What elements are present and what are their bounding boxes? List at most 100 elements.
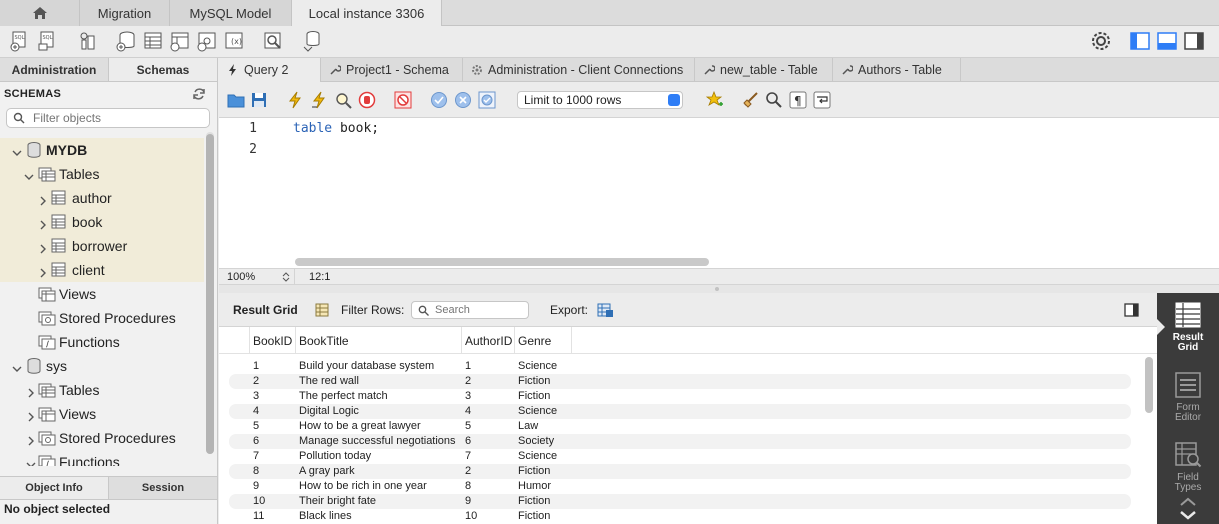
save-icon[interactable] <box>250 91 268 109</box>
table-row[interactable]: 4 Digital Logic 4 Science <box>229 404 1131 419</box>
chevron-right-icon[interactable] <box>38 265 48 278</box>
explain-magnifier-icon[interactable] <box>334 91 352 109</box>
execute-lightning-icon[interactable] <box>286 91 304 109</box>
table-row[interactable]: 7 Pollution today 7 Science <box>229 449 1131 464</box>
splitter-handle[interactable] <box>715 287 719 291</box>
inspector-icon[interactable] <box>76 30 98 52</box>
table-cell[interactable]: 2 <box>462 464 515 479</box>
open-folder-icon[interactable] <box>227 91 245 109</box>
create-table-icon[interactable] <box>142 30 164 52</box>
tab-client-connections[interactable]: Administration - Client Connections <box>463 58 695 82</box>
table-cell[interactable]: Fiction <box>515 374 572 389</box>
filter-objects-input[interactable] <box>33 111 203 125</box>
table-cell[interactable]: 6 <box>462 434 515 449</box>
table-row[interactable]: 1 Build your database system 1 Science <box>229 359 1131 374</box>
scroll-up-chevron-icon[interactable] <box>1179 497 1197 507</box>
tree-group-sys-functions[interactable]: Functions <box>0 450 204 466</box>
table-cell[interactable]: Digital Logic <box>296 404 462 419</box>
table-row[interactable]: 9 How to be rich in one year 8 Humor <box>229 479 1131 494</box>
toggle-secondary-sidebar-icon[interactable] <box>1183 30 1205 52</box>
toggle-sidebar-icon[interactable] <box>1129 30 1151 52</box>
table-cell[interactable]: 4 <box>250 404 296 419</box>
editor-horizontal-scrollbar[interactable] <box>295 258 709 266</box>
tree-group-stored-procedures[interactable]: Stored Procedures <box>0 306 204 330</box>
grid-vertical-scrollbar[interactable] <box>1145 357 1153 413</box>
refresh-icon[interactable] <box>192 87 206 101</box>
chevron-right-icon[interactable] <box>26 409 36 422</box>
rollback-icon[interactable] <box>454 91 472 109</box>
add-snippet-star-icon[interactable] <box>705 90 724 109</box>
chevron-right-icon[interactable] <box>38 241 48 254</box>
new-sql-tab-icon[interactable]: SQL <box>9 30 31 52</box>
table-cell[interactable]: 9 <box>462 494 515 509</box>
find-magnifier-icon[interactable] <box>765 91 783 109</box>
table-row[interactable]: 5 How to be a great lawyer 5 Law <box>229 419 1131 434</box>
tab-local-instance[interactable]: Local instance 3306 <box>292 0 442 26</box>
create-procedure-icon[interactable] <box>196 30 218 52</box>
table-cell[interactable]: 1 <box>250 359 296 374</box>
column-header[interactable]: BookID <box>250 327 296 354</box>
chevron-right-icon[interactable] <box>38 217 48 230</box>
tab-project1-schema[interactable]: Project1 - Schema <box>321 58 463 82</box>
chevron-down-icon[interactable] <box>12 145 22 156</box>
table-cell[interactable]: Their bright fate <box>296 494 462 509</box>
chevron-down-icon[interactable] <box>24 169 34 180</box>
stop-icon[interactable] <box>358 91 376 109</box>
chevron-right-icon[interactable] <box>38 193 48 206</box>
table-cell[interactable]: The perfect match <box>296 389 462 404</box>
tab-mysql-model[interactable]: MySQL Model <box>170 0 292 26</box>
chevron-right-icon[interactable] <box>26 385 36 398</box>
table-row[interactable]: 6 Manage successful negotiations 6 Society <box>229 434 1131 449</box>
toggle-panel-icon[interactable] <box>1123 301 1141 319</box>
grid-layout-icon[interactable] <box>313 301 331 319</box>
table-cell[interactable]: How to be rich in one year <box>296 479 462 494</box>
table-cell[interactable]: 8 <box>462 479 515 494</box>
open-sql-script-icon[interactable]: SQL <box>37 30 59 52</box>
table-cell[interactable]: 11 <box>250 509 296 524</box>
table-cell[interactable]: Law <box>515 419 572 434</box>
column-header[interactable]: BookTitle <box>296 327 462 354</box>
table-cell[interactable]: 5 <box>462 419 515 434</box>
tree-group-functions[interactable]: Functions <box>0 330 204 354</box>
table-row[interactable]: 8A gray park 2 Fiction <box>229 464 1131 479</box>
tree-group-tables[interactable]: Tables <box>0 162 204 186</box>
filter-rows-field[interactable] <box>411 301 529 319</box>
tree-table-book[interactable]: book <box>0 210 204 234</box>
tab-session[interactable]: Session <box>109 477 218 499</box>
chevron-down-icon[interactable] <box>12 361 22 372</box>
commit-icon[interactable] <box>430 91 448 109</box>
create-view-icon[interactable] <box>169 30 191 52</box>
reconnect-icon[interactable] <box>301 30 323 52</box>
field-types-view-button[interactable]: Field Types <box>1157 441 1219 493</box>
table-cell[interactable]: Humor <box>515 479 572 494</box>
tab-new-table[interactable]: new_table - Table <box>695 58 833 82</box>
beautify-broom-icon[interactable] <box>742 91 760 109</box>
form-editor-view-button[interactable]: Form Editor <box>1157 371 1219 423</box>
scroll-down-chevron-icon[interactable] <box>1179 510 1197 520</box>
tab-administration[interactable]: Administration <box>0 58 109 81</box>
tree-group-views[interactable]: Views <box>0 282 204 306</box>
invisible-characters-icon[interactable]: ¶ <box>789 91 807 109</box>
autocommit-icon[interactable] <box>478 91 496 109</box>
table-cell[interactable]: How to be a great lawyer <box>296 419 462 434</box>
table-cell[interactable]: Fiction <box>515 464 572 479</box>
table-cell[interactable]: 9 <box>250 479 296 494</box>
create-schema-icon[interactable] <box>115 30 137 52</box>
chevron-down-icon[interactable] <box>26 457 36 466</box>
tab-migration[interactable]: Migration <box>80 0 170 26</box>
table-cell[interactable]: The red wall <box>296 374 462 389</box>
table-cell[interactable]: A gray park <box>296 464 462 479</box>
table-cell[interactable]: 8 <box>250 464 296 479</box>
tree-group-sys-stored-procedures[interactable]: Stored Procedures <box>0 426 204 450</box>
table-cell[interactable]: 4 <box>462 404 515 419</box>
limit-rows-select[interactable]: Limit to 1000 rows <box>517 91 683 109</box>
chevron-right-icon[interactable] <box>26 433 36 446</box>
zoom-select[interactable]: 100% <box>223 269 295 285</box>
result-grid[interactable]: BookID BookTitle AuthorID Genre 1 Build y… <box>219 327 1157 524</box>
table-cell[interactable]: Society <box>515 434 572 449</box>
sql-editor[interactable]: 1 2 table book; <box>219 118 1219 268</box>
table-cell[interactable]: Science <box>515 359 572 374</box>
table-cell[interactable]: Build your database system <box>296 359 462 374</box>
table-cell[interactable]: Science <box>515 449 572 464</box>
filter-objects-field[interactable] <box>6 108 210 128</box>
